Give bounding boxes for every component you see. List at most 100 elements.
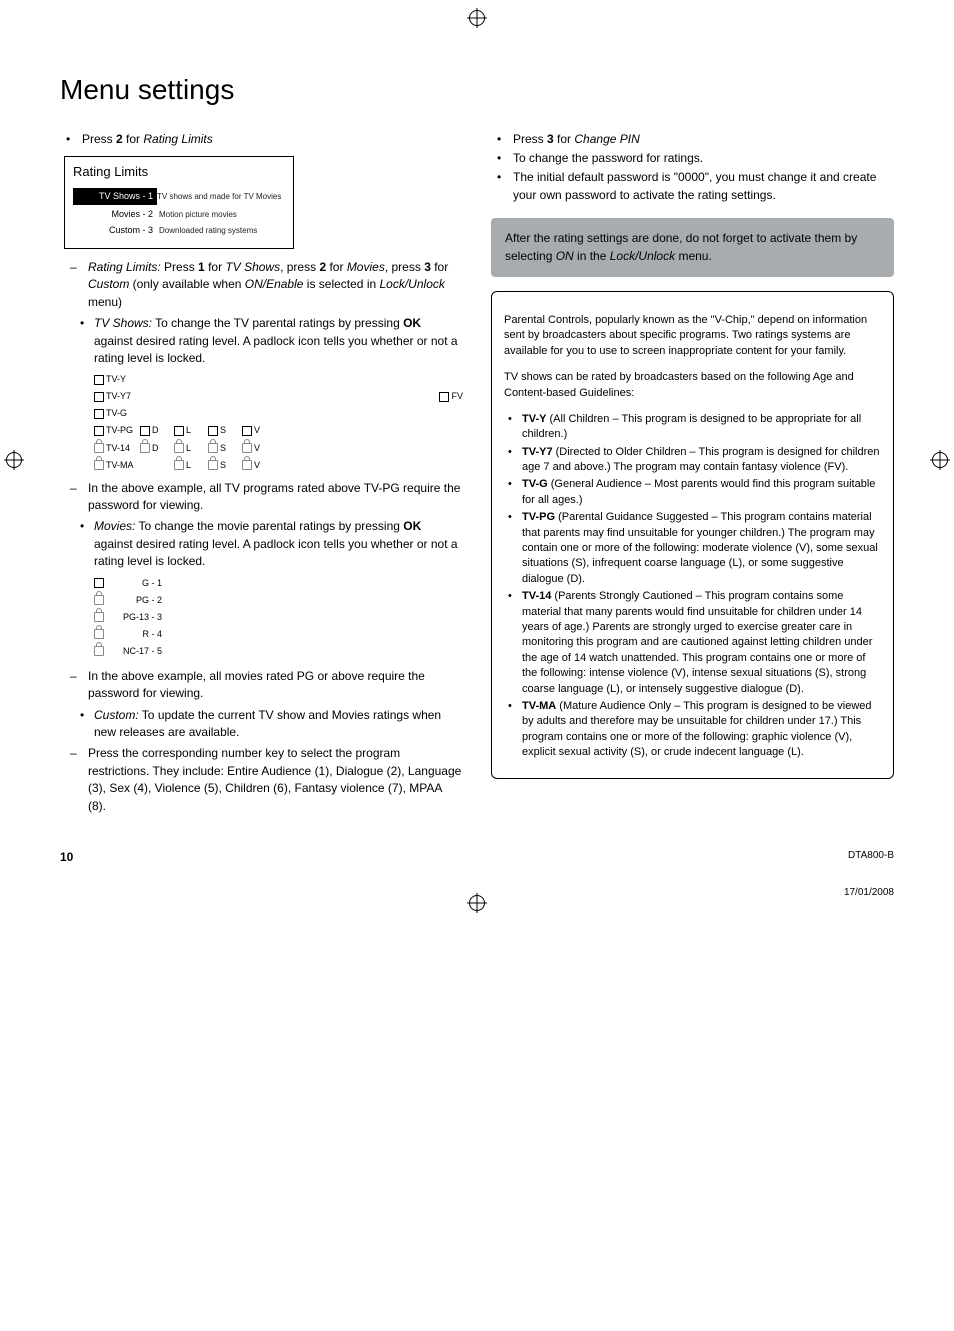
panel-label: Movies - 2 [73,208,159,221]
movie-label: G - 1 [114,577,162,590]
checkbox-icon [140,426,150,436]
menu-name: Lock/Unlock [610,249,675,263]
grid-cell: S [220,459,226,472]
tv-rating-grid: TV-Y TV-Y7 FV TV-G TV-PG D L S V TV-14 D [94,373,463,471]
grid-cell: S [220,442,226,455]
rating-item-tvy7: TV-Y7 (Directed to Older Children – This… [504,445,881,476]
rating-code: TV-Y [522,413,546,425]
lock-icon [208,443,218,453]
lead: Custom: [94,708,139,722]
panel-label: TV Shows - 1 [73,188,157,205]
ok-key: OK [403,316,421,330]
text: for [326,260,347,274]
crop-mark-icon [932,452,948,468]
rating-desc: (Directed to Older Children – This progr… [522,446,879,473]
grid-cell: D [152,442,159,455]
text: menu) [88,295,122,309]
movie-example-note: In the above example, all movies rated P… [60,668,463,703]
grid-cell: V [254,424,260,437]
movie-label: NC-17 - 5 [114,645,162,658]
list-item: R - 4 [94,628,463,641]
panel-title: Rating Limits [73,163,285,182]
action-name: Rating Limits [143,132,212,146]
grid-cell: S [220,424,226,437]
key-3: 3 [424,260,431,274]
rating-item-tvg: TV-G (General Audience – Most parents wo… [504,477,881,508]
rating-desc: (General Audience – Most parents would f… [522,478,875,505]
grid-label: FV [451,390,463,403]
change-password-line: To change the password for ratings. [491,150,894,167]
grid-label: TV-Y [106,373,126,386]
page-number: 10 [60,849,73,866]
grid-cell: V [254,442,260,455]
grid-cell: L [186,442,191,455]
text: in the [574,249,610,263]
movies-desc: Movies: To change the movie parental rat… [60,518,463,570]
info-paragraph: TV shows can be rated by broadcasters ba… [504,370,881,401]
grid-label: TV-14 [106,442,130,455]
movie-label: PG - 2 [114,594,162,607]
panel-row-movies: Movies - 2 Motion picture movies [73,208,285,221]
lock-icon [94,443,104,453]
panel-label: Custom - 3 [73,224,159,237]
text: Press [82,132,116,146]
lock-icon [94,646,104,656]
action: Movies [347,260,385,274]
custom-desc: Custom: To update the current TV show an… [60,707,463,742]
grid-row: TV-G [94,407,463,420]
text: To update the current TV show and Movies… [94,708,441,739]
text: Press [161,260,198,274]
text: , press [280,260,319,274]
action: Lock/Unlock [380,277,445,291]
tvshows-desc: TV Shows: To change the TV parental rati… [60,315,463,367]
lock-icon [242,460,252,470]
default-password-line: The initial default password is "0000", … [491,169,894,204]
checkbox-icon [94,392,104,402]
info-paragraph: Parental Controls, popularly known as th… [504,313,881,359]
text: for [431,260,448,274]
checkbox-icon [94,578,104,588]
grid-label: TV-Y7 [106,390,131,403]
panel-desc: TV shows and made for TV Movies [157,191,285,203]
crop-mark-icon [469,895,485,911]
lock-icon [94,629,104,639]
press-3-line: Press 3 for Change PIN [491,131,894,148]
lock-icon [94,612,104,622]
grid-cell: D [152,424,159,437]
grid-cell: L [186,424,191,437]
checkbox-icon [242,426,252,436]
grid-row: TV-PG D L S V [94,424,463,437]
note-box: After the rating settings are done, do n… [491,218,894,277]
action-name: Change PIN [574,132,639,146]
text: menu. [675,249,712,263]
text: against desired rating level. A padlock … [94,334,458,365]
checkbox-icon [208,426,218,436]
checkbox-icon [94,375,104,385]
lock-icon [94,460,104,470]
rating-code: TV-MA [522,700,556,712]
text: for [126,132,143,146]
rating-item-tvy: TV-Y (All Children – This program is des… [504,412,881,443]
lead: Rating Limits: [88,260,161,274]
text: (only available when [129,277,244,291]
movie-rating-list: G - 1 PG - 2 PG-13 - 3 R - 4 NC-17 - 5 [94,577,463,658]
key-2: 2 [116,132,123,146]
model-number: DTA800-B [848,849,894,866]
movie-label: R - 4 [114,628,162,641]
key-3: 3 [547,132,554,146]
grid-row: TV-MA L S V [94,459,463,472]
lock-icon [94,595,104,605]
panel-row-custom: Custom - 3 Downloaded rating systems [73,224,285,237]
rating-item-tvpg: TV-PG (Parental Guidance Suggested – Thi… [504,510,881,587]
key-1: 1 [198,260,205,274]
panel-desc: Motion picture movies [159,209,285,221]
right-column: Press 3 for Change PIN To change the pas… [491,131,894,819]
grid-row: TV-14 D L S V [94,442,463,455]
page-title: Menu settings [60,70,894,111]
action: ON/Enable [245,277,304,291]
rating-desc: (Parental Guidance Suggested – This prog… [522,511,878,585]
number-key-note: Press the corresponding number key to se… [60,745,463,815]
checkbox-icon [174,426,184,436]
lock-icon [208,460,218,470]
left-column: Press 2 for Rating Limits Rating Limits … [60,131,463,819]
